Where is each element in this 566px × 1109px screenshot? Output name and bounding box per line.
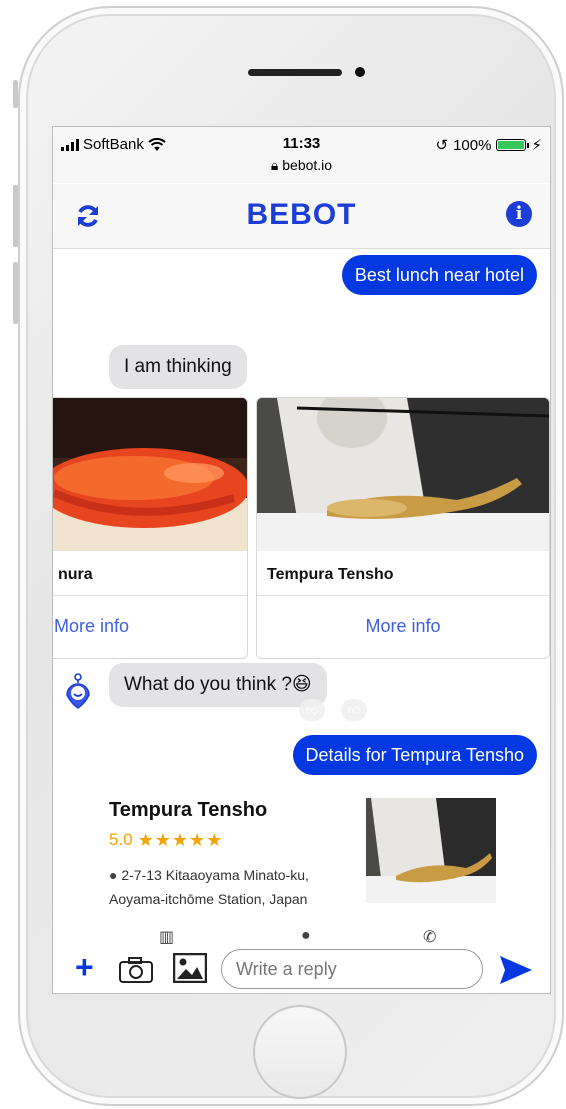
- shrimp-sushi-photo: [53, 398, 247, 551]
- volume-down-button: [13, 262, 18, 324]
- mute-switch: [13, 80, 18, 108]
- rating: 5.0 ★★★★★: [109, 830, 223, 851]
- address: ● 2-7-13 Kitaaoyama Minato-ku, Aoyama-it…: [109, 863, 309, 911]
- more-info-link[interactable]: More info: [257, 616, 549, 637]
- bot-avatar-icon: [66, 673, 90, 709]
- status-bar: SoftBank 11:33 🔒︎ bebot.io ↺ 100% ⚡︎: [53, 127, 550, 183]
- bot-message-bubble: What do you think ?😆: [109, 663, 327, 707]
- card-divider: [53, 595, 247, 596]
- map-pin-icon: ●: [109, 867, 118, 883]
- reply-input[interactable]: [221, 949, 483, 989]
- detail-title: Tempura Tensho: [109, 799, 268, 821]
- thumbs-up-icon[interactable]: 👍︎: [341, 699, 367, 721]
- card-title: nura: [58, 566, 93, 583]
- star-rating-icon: ★★★★★: [137, 830, 224, 850]
- rating-value: 5.0: [109, 830, 133, 849]
- card-divider: [257, 595, 549, 596]
- tempura-thumbnail: [366, 798, 496, 903]
- status-right: ↺ 100% ⚡︎: [435, 136, 543, 155]
- info-icon[interactable]: i: [506, 201, 532, 227]
- battery-icon: [496, 139, 530, 151]
- thumbs-down-icon[interactable]: 👎︎: [299, 699, 325, 721]
- earpiece-speaker: [248, 69, 342, 76]
- status-url: 🔒︎ bebot.io: [53, 157, 550, 174]
- user-message-bubble: Best lunch near hotel: [341, 255, 537, 295]
- card-title: Tempura Tensho: [267, 566, 394, 583]
- url-label: bebot.io: [282, 157, 333, 173]
- restaurant-card[interactable]: nura More info: [53, 397, 248, 659]
- phone-icon[interactable]: ✆: [423, 927, 436, 947]
- bot-message-bubble: I am thinking: [109, 345, 247, 389]
- app-logo: BEBOT: [246, 198, 357, 231]
- image-icon[interactable]: [173, 953, 207, 983]
- charging-icon: ⚡︎: [531, 137, 542, 154]
- plus-icon[interactable]: +: [75, 951, 94, 983]
- lock-icon: 🔒︎: [270, 157, 279, 173]
- tempura-photo: [257, 398, 549, 551]
- restaurant-card[interactable]: Tempura Tensho More info: [256, 397, 550, 659]
- camera-icon[interactable]: [119, 957, 153, 983]
- send-icon[interactable]: [499, 955, 533, 985]
- battery-percent: 100%: [453, 136, 492, 154]
- app-header: BEBOT i: [53, 184, 550, 249]
- website-icon[interactable]: ●: [301, 927, 311, 945]
- more-info-link[interactable]: More info: [54, 616, 247, 637]
- volume-up-button: [13, 185, 18, 247]
- user-message-bubble: Details for Tempura Tensho: [292, 735, 537, 775]
- address-line: 2-7-13 Kitaaoyama Minato-ku,: [121, 867, 309, 883]
- address-line: Aoyama-itchōme Station, Japan: [109, 891, 308, 907]
- orientation-lock-icon: ↺: [435, 137, 449, 154]
- screen: SoftBank 11:33 🔒︎ bebot.io ↺ 100% ⚡︎ BEB: [52, 126, 551, 994]
- map-icon[interactable]: ▥: [159, 927, 174, 947]
- home-button[interactable]: [253, 1005, 347, 1099]
- composer-bar: +: [53, 945, 550, 993]
- front-camera: [355, 67, 365, 77]
